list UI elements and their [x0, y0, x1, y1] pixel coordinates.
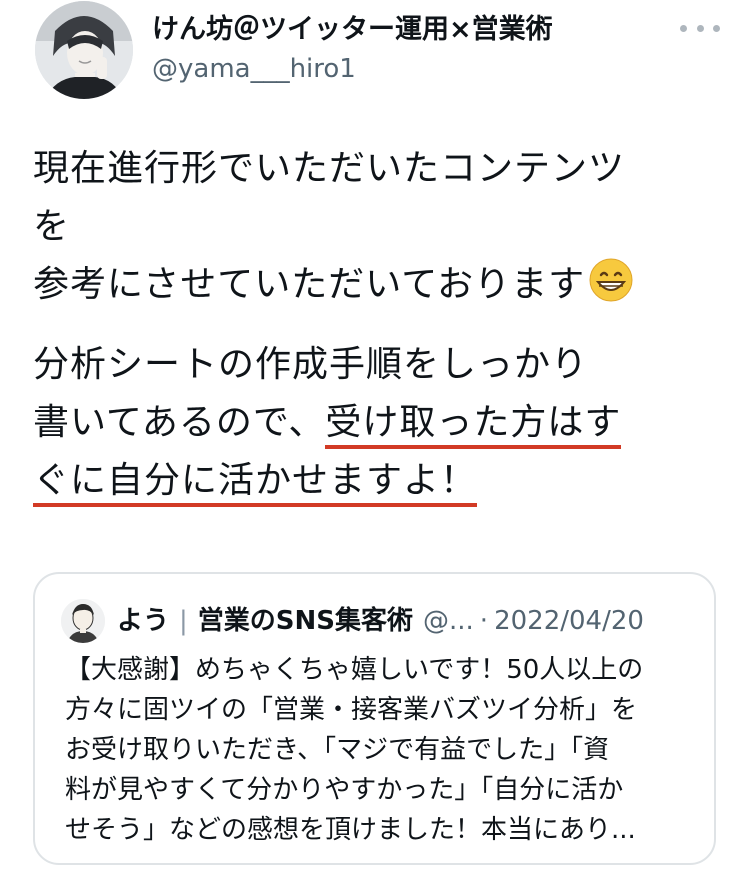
dot: [680, 24, 687, 32]
underlined-highlight: 受け取った方はす: [325, 402, 622, 449]
tweet-line: 分析シートの作成手順をしっかり: [33, 344, 589, 385]
quoted-text-line: 方々に固ツイの「営業・接客業バズツイ分析」を: [65, 695, 638, 725]
name-separator: |: [179, 606, 188, 636]
author-display-name[interactable]: けん坊＠ツイッター運用×営業術: [152, 12, 553, 48]
quoted-text-line: 【大感謝】めちゃくちゃ嬉しいです！50人以上の: [65, 655, 644, 685]
quoted-text-line: せそう」などの感想を頂けました！本当にあり...: [65, 815, 636, 845]
tweet-paragraph-1: 現在進行形でいただいたコンテンツ を 参考にさせていただいております: [33, 140, 723, 320]
tweet-text: 現在進行形でいただいたコンテンツ を 参考にさせていただいております 分析シート…: [33, 140, 723, 510]
quoted-tweet-header: よう | 営業のSNS集客術 @... · 2022/04/20: [61, 599, 644, 643]
more-options-icon[interactable]: [680, 18, 720, 38]
quoted-author-subname[interactable]: 営業のSNS集客術: [198, 603, 413, 639]
tweet-line: ぐに自分に活かせますよ！: [33, 452, 723, 510]
avatar-illustration: [61, 599, 105, 643]
author-avatar[interactable]: [35, 1, 133, 99]
quoted-text-line: お受け取りいただき、「マジで有益でした」「資: [65, 735, 610, 765]
quoted-author-name[interactable]: よう: [117, 603, 169, 639]
quoted-author-handle[interactable]: @...: [423, 603, 474, 639]
quoted-author-avatar[interactable]: [61, 599, 105, 643]
dot: [713, 24, 720, 32]
grinning-face-emoji-icon: [589, 258, 633, 320]
tweet-line: 参考にさせていただいております: [33, 256, 723, 320]
underlined-highlight: ぐに自分に活かせますよ！: [33, 460, 478, 507]
tweet-paragraph-2: 分析シートの作成手順をしっかり 書いてあるので、受け取った方はす ぐに自分に活か…: [33, 336, 723, 510]
tweet-line: 現在進行形でいただいたコンテンツ: [33, 148, 626, 189]
author-handle[interactable]: @yama___hiro1: [152, 52, 356, 86]
quoted-tweet-card[interactable]: よう | 営業のSNS集客術 @... · 2022/04/20 【大感謝】めち…: [33, 572, 716, 865]
tweet-line-text: 書いてあるので、: [33, 402, 326, 443]
tweet-line: を: [33, 206, 71, 247]
avatar-illustration: [35, 1, 133, 99]
quoted-text-line: 料が見やすくて分かりやすかった」「自分に活か: [65, 775, 624, 805]
dot: [696, 24, 704, 32]
quoted-tweet-date[interactable]: 2022/04/20: [494, 603, 644, 639]
meta-dot: ·: [479, 606, 489, 636]
quoted-tweet-text: 【大感謝】めちゃくちゃ嬉しいです！50人以上の 方々に固ツイの「営業・接客業バズ…: [65, 650, 705, 850]
tweet-line: 書いてあるので、受け取った方はす: [33, 394, 723, 452]
tweet-line-text: 参考にさせていただいております: [33, 264, 586, 305]
